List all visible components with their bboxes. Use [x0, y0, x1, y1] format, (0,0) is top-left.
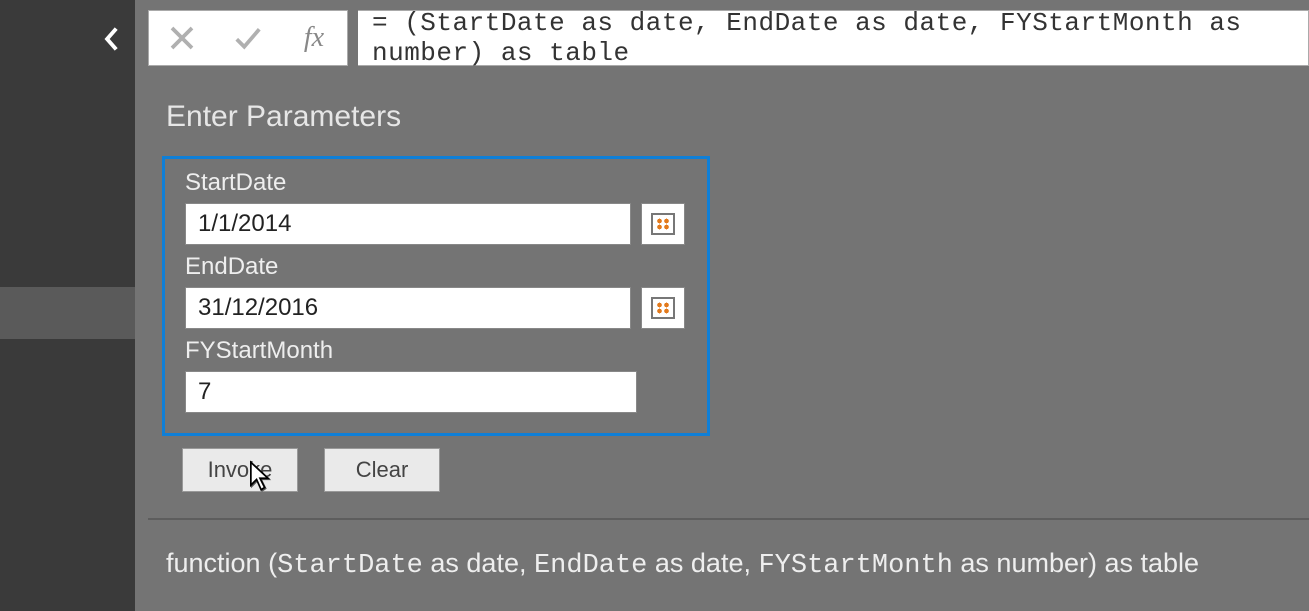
- function-signature: function (StartDate as date, EndDate as …: [166, 548, 1309, 581]
- left-sidebar: [0, 0, 135, 611]
- formula-bar: fx = (StartDate as date, EndDate as date…: [148, 10, 1309, 66]
- sidebar-selected-item[interactable]: [0, 287, 135, 339]
- parameters-panel: StartDate EndDate FYStartMonth: [162, 156, 710, 436]
- action-buttons: Invoke Clear: [182, 448, 1309, 492]
- chevron-left-icon: [102, 26, 120, 52]
- fy-start-month-input[interactable]: [185, 371, 637, 413]
- fy-start-month-label: FYStartMonth: [185, 337, 689, 365]
- formula-input[interactable]: = (StartDate as date, EndDate as date, F…: [358, 10, 1309, 66]
- enter-parameters-heading: Enter Parameters: [166, 100, 1309, 134]
- close-icon: [167, 23, 197, 53]
- formula-actions: fx: [148, 10, 348, 66]
- horizontal-divider: [148, 518, 1309, 520]
- start-date-label: StartDate: [185, 169, 689, 197]
- end-date-picker-button[interactable]: [641, 287, 685, 329]
- cancel-formula-button[interactable]: [149, 11, 215, 65]
- check-icon: [233, 23, 263, 53]
- back-button[interactable]: [96, 24, 126, 54]
- start-date-input[interactable]: [185, 203, 631, 245]
- fx-button[interactable]: fx: [281, 11, 347, 65]
- calendar-icon: [651, 213, 675, 235]
- confirm-formula-button[interactable]: [215, 11, 281, 65]
- main-content: Enter Parameters StartDate EndDate FYSta…: [148, 90, 1309, 611]
- end-date-label: EndDate: [185, 253, 689, 281]
- start-date-picker-button[interactable]: [641, 203, 685, 245]
- fx-icon: fx: [304, 22, 324, 54]
- clear-button[interactable]: Clear: [324, 448, 440, 492]
- invoke-button[interactable]: Invoke: [182, 448, 298, 492]
- calendar-icon: [651, 297, 675, 319]
- end-date-input[interactable]: [185, 287, 631, 329]
